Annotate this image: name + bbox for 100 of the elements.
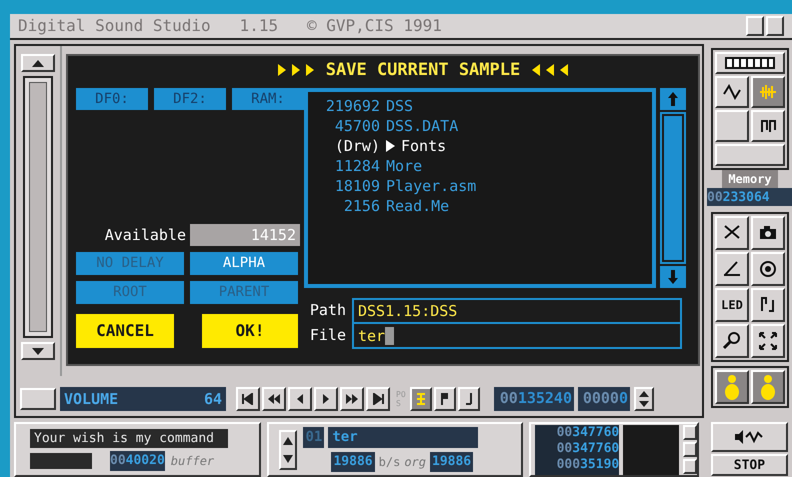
- flag-icon: [439, 393, 451, 406]
- step-forward-button[interactable]: [314, 387, 338, 412]
- up-down-arrows-icon: [283, 434, 294, 465]
- file-list-item[interactable]: 11284 More: [316, 156, 652, 176]
- file-list-item[interactable]: 2156 Read.Me: [316, 196, 652, 216]
- left-arrows-icon: [532, 64, 568, 76]
- led-button[interactable]: LED: [715, 288, 749, 322]
- fast-forward-button[interactable]: [340, 387, 364, 412]
- counter-display: 00135240: [494, 387, 574, 412]
- rewind-button[interactable]: [262, 387, 286, 412]
- sample-rate: 19886: [331, 452, 375, 472]
- stat-value: 00347760: [556, 440, 620, 457]
- sample-name: ter: [328, 427, 478, 448]
- wave-tool-button[interactable]: [715, 76, 749, 108]
- step-back-button[interactable]: [288, 387, 312, 412]
- available-value: 14152: [190, 224, 300, 246]
- flags-tool-button[interactable]: [751, 288, 785, 322]
- file-name-field[interactable]: ter: [354, 324, 680, 348]
- small-button[interactable]: [682, 459, 697, 474]
- expand-tool-button[interactable]: [751, 324, 785, 358]
- scroll-up-button[interactable]: [21, 54, 55, 72]
- counter-display: 00000: [578, 387, 630, 412]
- fast-forward-icon: [346, 393, 358, 406]
- position-button[interactable]: [410, 387, 432, 412]
- file-list-item[interactable]: 45700 DSS.DATA: [316, 116, 652, 136]
- window-title: Digital Sound Studio 1.15 © GVP,CIS 1991: [18, 15, 442, 38]
- reel-tool-button[interactable]: [751, 252, 785, 286]
- blank-display: [30, 452, 92, 469]
- spin-button[interactable]: [634, 387, 654, 412]
- small-button[interactable]: [682, 425, 697, 440]
- skip-end-button[interactable]: [366, 387, 390, 412]
- down-arrow-icon: [668, 270, 678, 284]
- rate-unit: b/s: [378, 454, 400, 472]
- original-rate: 19886: [430, 452, 474, 472]
- skip-end-icon: [372, 393, 384, 406]
- text-cursor: [385, 326, 394, 345]
- notes-tool-button[interactable]: [751, 110, 785, 142]
- ok-button[interactable]: OK!: [202, 314, 298, 348]
- wave-icon: [723, 84, 741, 100]
- magnifier-icon: [723, 332, 741, 350]
- option-button[interactable]: ALPHA: [190, 252, 298, 276]
- up-arrow-icon: [32, 60, 44, 67]
- pen-tool-button[interactable]: [715, 252, 749, 286]
- file-list-item[interactable]: 219692 DSS: [316, 96, 652, 116]
- file-list-item[interactable]: (Drw) Fonts: [316, 136, 652, 156]
- down-arrow-icon: [32, 348, 44, 355]
- magnifier-tool-button[interactable]: [715, 324, 749, 358]
- zoom-button[interactable]: [766, 16, 784, 36]
- flags-icon: [759, 296, 777, 314]
- small-button[interactable]: [682, 442, 697, 458]
- depth-button[interactable]: [746, 16, 764, 36]
- skip-start-button[interactable]: [236, 387, 260, 412]
- position-button[interactable]: [458, 387, 480, 412]
- file-label: File: [308, 325, 346, 346]
- note-icon: [463, 393, 475, 406]
- org-label: org: [404, 454, 426, 472]
- speaker-wave-icon: [734, 429, 764, 446]
- camera-tool-button[interactable]: [751, 216, 785, 250]
- figure-icon: [760, 374, 776, 400]
- channel-button[interactable]: [751, 370, 785, 404]
- up-arrow-icon: [668, 92, 678, 106]
- blank-button[interactable]: [20, 388, 56, 410]
- speaker-button[interactable]: [710, 422, 788, 452]
- list-scroll-up-button[interactable]: [660, 88, 686, 110]
- scroll-down-button[interactable]: [21, 342, 55, 360]
- stat-value: 00347760: [556, 424, 620, 441]
- stop-button[interactable]: STOP: [710, 454, 788, 476]
- up-down-arrows-icon: [639, 391, 649, 408]
- status-message: Your wish is my command: [30, 428, 228, 448]
- slider-thumb[interactable]: [29, 82, 47, 332]
- sample-number: 01: [303, 427, 324, 448]
- path-label: Path: [308, 300, 346, 322]
- skip-start-icon: [242, 393, 254, 406]
- position-button[interactable]: [434, 387, 456, 412]
- keyboard-button[interactable]: [715, 52, 785, 74]
- buffer-display: 0040020: [110, 451, 165, 471]
- list-scroll-thumb[interactable]: [664, 116, 682, 260]
- rewind-icon: [268, 393, 280, 406]
- stat-value: 00035190: [556, 456, 620, 473]
- volume-value: 64: [204, 389, 222, 410]
- blank-display: [623, 424, 679, 475]
- cancel-button[interactable]: CANCEL: [76, 314, 174, 348]
- marker-icon: [415, 393, 427, 406]
- file-list-item[interactable]: 18109 Player.asm: [316, 176, 652, 196]
- channel-button[interactable]: [715, 370, 749, 404]
- memory-display: 00233064: [707, 188, 792, 206]
- keyboard-icon: [725, 57, 775, 70]
- expand-icon: [759, 332, 777, 350]
- scissors-tool-button[interactable]: [715, 216, 749, 250]
- buffer-label: buffer: [170, 452, 214, 470]
- blank-tool-button[interactable]: [715, 110, 749, 142]
- dialog-title: SAVE CURRENT SAMPLE: [326, 58, 520, 82]
- volume-label: VOLUME: [64, 389, 118, 410]
- list-scroll-down-button[interactable]: [660, 266, 686, 288]
- blank-button[interactable]: [715, 144, 785, 166]
- memory-label: Memory: [722, 170, 778, 188]
- volume-slider[interactable]: VOLUME 64: [60, 387, 226, 412]
- spectrum-tool-button[interactable]: [751, 76, 785, 108]
- sample-spin-button[interactable]: [279, 430, 298, 470]
- path-field[interactable]: DSS1.15:DSS: [354, 300, 680, 324]
